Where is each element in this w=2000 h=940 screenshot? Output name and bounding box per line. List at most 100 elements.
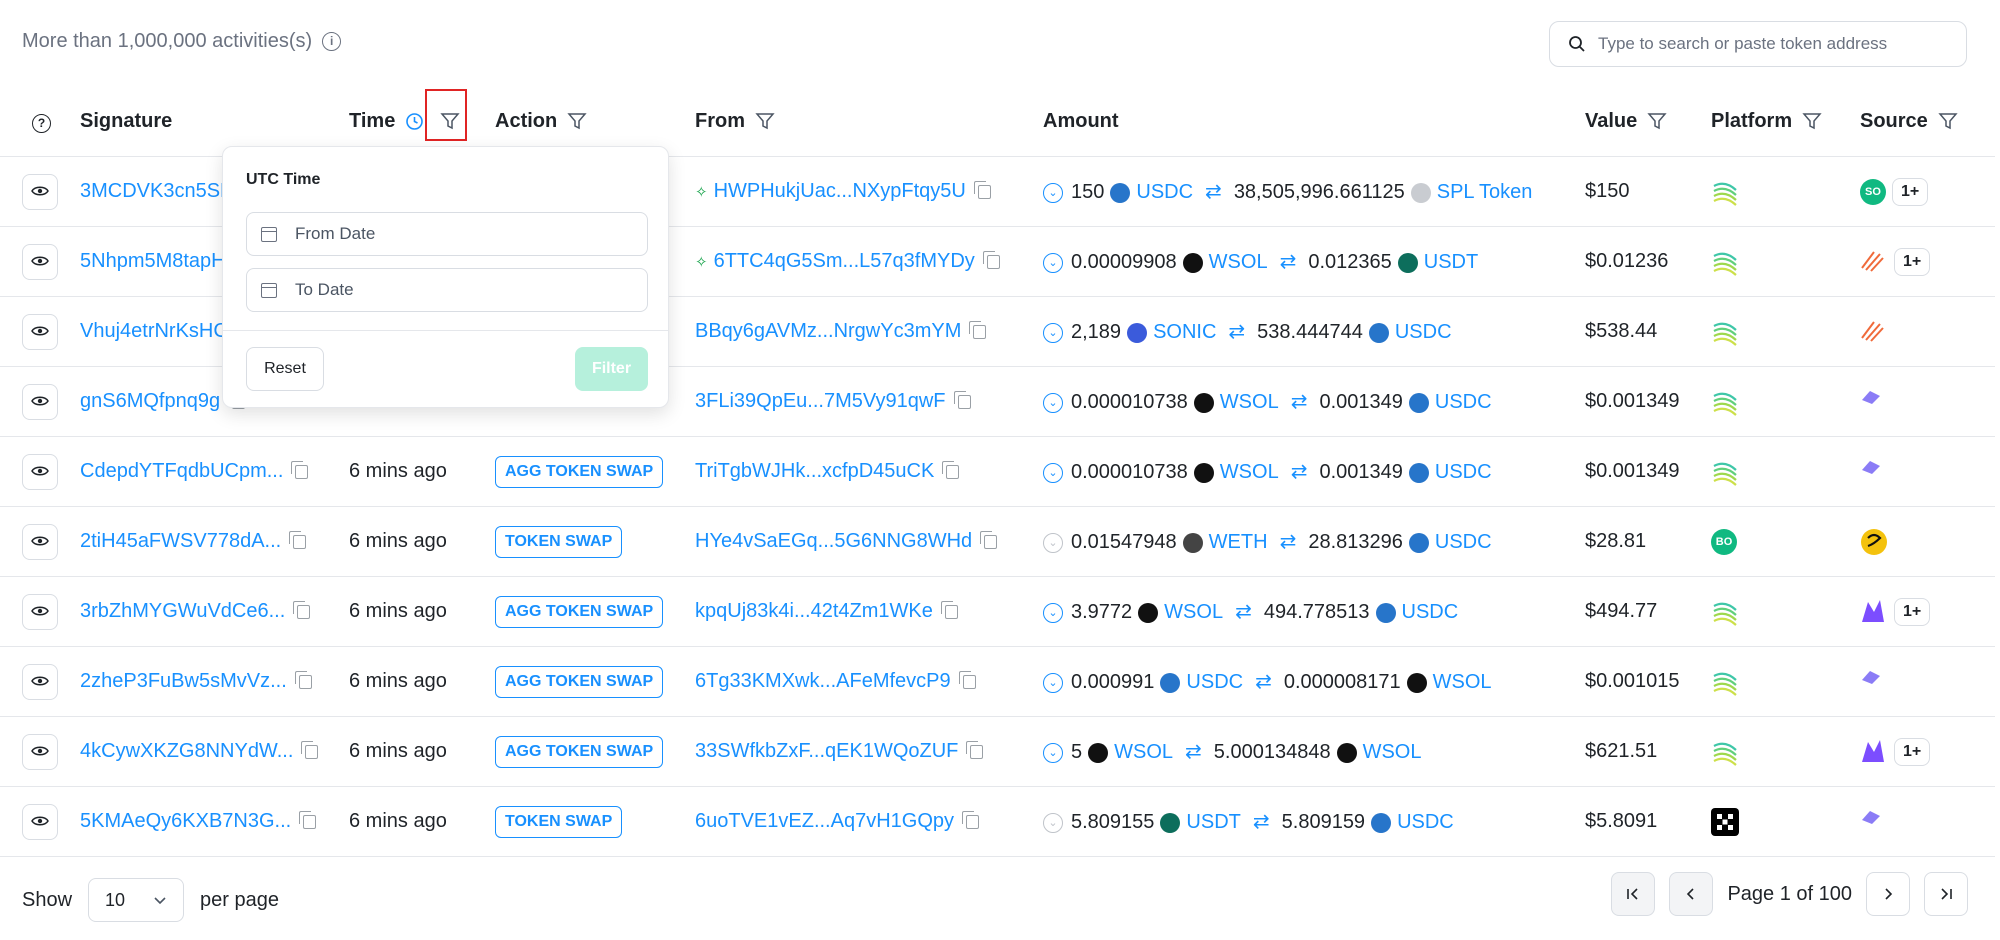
wave-platform-icon[interactable] <box>1711 738 1739 766</box>
action-badge[interactable]: TOKEN SWAP <box>495 525 623 558</box>
info-icon[interactable]: i <box>322 32 342 51</box>
source-icon[interactable]: SO <box>1860 178 1886 205</box>
source-icon[interactable] <box>1860 528 1888 556</box>
token-out-link[interactable]: WSOL <box>1363 741 1422 763</box>
wave-platform-icon[interactable] <box>1711 178 1739 206</box>
copy-icon[interactable] <box>973 180 991 199</box>
action-badge[interactable]: AGG TOKEN SWAP <box>495 595 664 628</box>
source-icon[interactable] <box>1860 668 1888 696</box>
signature-link[interactable]: 3MCDVK3cn5SD <box>80 180 235 202</box>
signature-link[interactable]: 2tiH45aFWSV778dA... <box>80 530 281 552</box>
per-page-select[interactable]: 10 <box>88 878 185 922</box>
action-badge[interactable]: AGG TOKEN SWAP <box>495 455 664 488</box>
token-in-link[interactable]: SONIC <box>1153 321 1216 343</box>
signature-link[interactable]: 5KMAeQy6KXB7N3G... <box>80 810 291 832</box>
from-date-field[interactable] <box>246 212 648 256</box>
signature-link[interactable]: 2zheP3FuBw5sMvVz... <box>80 670 287 692</box>
token-in-link[interactable]: USDC <box>1186 671 1243 693</box>
expand-icon[interactable]: ⌄ <box>1043 812 1063 833</box>
copy-icon[interactable] <box>299 810 317 829</box>
token-in-link[interactable]: WSOL <box>1164 601 1223 623</box>
platform-icon[interactable]: BO <box>1711 528 1737 555</box>
to-date-field[interactable] <box>246 268 648 312</box>
copy-icon[interactable] <box>940 600 958 619</box>
wave-platform-icon[interactable] <box>1711 668 1739 696</box>
prev-page-button[interactable] <box>1669 872 1714 916</box>
token-out-link[interactable]: USDC <box>1435 391 1492 413</box>
token-out-link[interactable]: USDC <box>1435 461 1492 483</box>
wave-platform-icon[interactable] <box>1711 598 1739 626</box>
filter-button[interactable]: Filter <box>575 347 648 391</box>
view-button[interactable] <box>22 243 58 280</box>
token-in-link[interactable]: WSOL <box>1220 391 1279 413</box>
platform-filter-icon[interactable] <box>1802 111 1822 131</box>
action-badge[interactable]: AGG TOKEN SWAP <box>495 735 664 768</box>
wave-platform-icon[interactable] <box>1711 458 1739 486</box>
token-out-link[interactable]: USDC <box>1435 531 1492 553</box>
signature-link[interactable]: Vhuj4etrNrKsHC <box>80 320 228 342</box>
signature-link[interactable]: CdepdYTFqdbUCpm... <box>80 460 283 482</box>
source-icon[interactable] <box>1860 458 1888 486</box>
expand-icon[interactable]: ⌄ <box>1043 182 1063 203</box>
search-input[interactable] <box>1596 33 1950 55</box>
reset-button[interactable]: Reset <box>246 347 324 391</box>
token-out-link[interactable]: USDC <box>1397 811 1454 833</box>
value-filter-icon[interactable] <box>1647 111 1667 131</box>
search-box[interactable] <box>1549 21 1967 67</box>
help-icon[interactable]: ? <box>32 113 51 133</box>
action-filter-icon[interactable] <box>567 111 587 131</box>
from-address-link[interactable]: 3FLi39QpEu...7M5Vy91qwF <box>695 390 946 412</box>
more-sources-badge[interactable]: 1+ <box>1894 247 1931 276</box>
from-date-input[interactable] <box>293 223 617 245</box>
token-out-link[interactable]: USDC <box>1402 601 1459 623</box>
view-button[interactable] <box>22 803 58 840</box>
token-out-link[interactable]: USDC <box>1395 321 1452 343</box>
to-date-input[interactable] <box>293 279 617 301</box>
first-page-button[interactable] <box>1611 872 1656 916</box>
token-out-link[interactable]: WSOL <box>1433 671 1492 693</box>
more-sources-badge[interactable]: 1+ <box>1894 597 1931 626</box>
action-badge[interactable]: AGG TOKEN SWAP <box>495 665 664 698</box>
source-icon[interactable] <box>1860 318 1888 346</box>
from-address-link[interactable]: TriTgbWJHk...xcfpD45uCK <box>695 460 934 482</box>
view-button[interactable] <box>22 663 58 700</box>
copy-icon[interactable] <box>962 810 980 829</box>
token-out-link[interactable]: USDT <box>1424 251 1478 273</box>
view-button[interactable] <box>22 453 58 490</box>
token-in-link[interactable]: WSOL <box>1209 251 1268 273</box>
copy-icon[interactable] <box>293 600 311 619</box>
token-in-link[interactable]: WETH <box>1209 531 1268 553</box>
copy-icon[interactable] <box>982 250 1000 269</box>
source-icon[interactable] <box>1860 388 1888 416</box>
from-filter-icon[interactable] <box>755 111 775 131</box>
token-in-link[interactable]: USDC <box>1136 181 1193 203</box>
token-in-link[interactable]: USDT <box>1186 811 1240 833</box>
from-address-link[interactable]: BBqy6gAVMz...NrgwYc3mYM <box>695 320 961 342</box>
expand-icon[interactable]: ⌄ <box>1043 322 1063 343</box>
from-address-link[interactable]: HWPHukjUac...NXypFtqy5U <box>714 180 966 202</box>
token-out-link[interactable]: SPL Token <box>1437 181 1533 203</box>
copy-icon[interactable] <box>980 530 998 549</box>
from-address-link[interactable]: 33SWfkbZxF...qEK1WQoZUF <box>695 740 958 762</box>
copy-icon[interactable] <box>966 740 984 759</box>
token-in-link[interactable]: WSOL <box>1220 461 1279 483</box>
copy-icon[interactable] <box>958 670 976 689</box>
wave-platform-icon[interactable] <box>1711 318 1739 346</box>
from-address-link[interactable]: 6Tg33KMXwk...AFeMfevcP9 <box>695 670 951 692</box>
copy-icon[interactable] <box>953 390 971 409</box>
action-badge[interactable]: TOKEN SWAP <box>495 805 623 838</box>
more-sources-badge[interactable]: 1+ <box>1894 737 1931 766</box>
expand-icon[interactable]: ⌄ <box>1043 392 1063 413</box>
expand-icon[interactable]: ⌄ <box>1043 742 1063 763</box>
from-address-link[interactable]: 6uoTVE1vEZ...Aq7vH1GQpy <box>695 810 954 832</box>
view-button[interactable] <box>22 173 58 210</box>
from-address-link[interactable]: kpqUj83k4i...42t4Zm1WKe <box>695 600 933 622</box>
wave-platform-icon[interactable] <box>1711 248 1739 276</box>
source-icon[interactable] <box>1860 598 1888 626</box>
copy-icon[interactable] <box>291 460 309 479</box>
wave-platform-icon[interactable] <box>1711 388 1739 416</box>
copy-icon[interactable] <box>942 460 960 479</box>
expand-icon[interactable]: ⌄ <box>1043 252 1063 273</box>
signature-link[interactable]: 4kCywXKZG8NNYdW... <box>80 740 293 762</box>
okx-platform-icon[interactable] <box>1711 807 1739 836</box>
